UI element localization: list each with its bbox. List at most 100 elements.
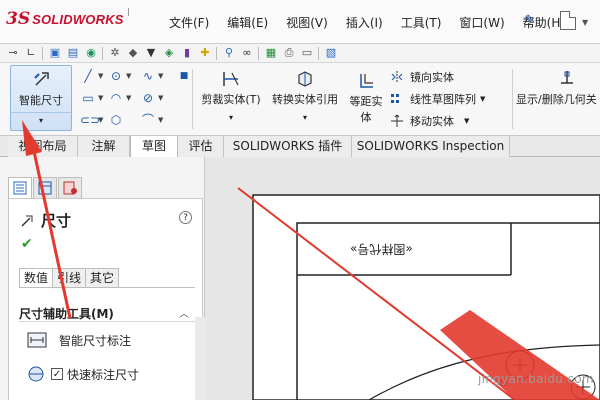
- menu-items: 文件(F) 编辑(E) 视图(V) 插入(I) 工具(T) 窗口(W) 帮助(H…: [160, 14, 574, 31]
- linear-pattern-icon: [390, 92, 404, 106]
- monitor-icon[interactable]: ▣: [48, 46, 62, 60]
- menu-bar: 3S SOLIDWORKS 文件(F) 编辑(E) 视图(V) 插入(I) 工具…: [0, 0, 600, 44]
- relations-icon: [556, 69, 578, 89]
- line-icon[interactable]: ╱: [80, 68, 96, 84]
- subtab-leaders[interactable]: 引线: [52, 268, 87, 288]
- new-document-dropdown-icon[interactable]: ▼: [582, 18, 588, 27]
- watermark: jingyan.baidu.com: [478, 372, 594, 386]
- circle-icon[interactable]: ⊙: [108, 68, 124, 84]
- ellipse-dropdown-icon[interactable]: ▼: [158, 94, 163, 102]
- tab-sketch[interactable]: 草图: [130, 136, 178, 158]
- tab-annotation[interactable]: 注解: [78, 136, 130, 157]
- trim-entities-button[interactable]: 剪裁实体(T) ▾: [198, 69, 264, 122]
- property-manager-panel: 尺寸 ? ✔ 数值 引线 其它 尺寸辅助工具(M) ︿ 智能尺寸标注 ✓ 快速标…: [0, 157, 205, 400]
- smart-dimensioning-label: 智能尺寸标注: [59, 333, 132, 348]
- dimension-subtabs: 数值 引线 其它: [19, 268, 120, 288]
- feature-manager-tab[interactable]: [8, 177, 32, 199]
- slot-icon[interactable]: ⊂⊃: [80, 112, 100, 128]
- window-icon[interactable]: ▤: [66, 46, 80, 60]
- menu-insert[interactable]: 插入(I): [337, 14, 392, 31]
- arc-icon[interactable]: ◠: [108, 90, 124, 106]
- key-icon[interactable]: ⊸: [6, 46, 20, 60]
- offset-entities-button[interactable]: 等距实 体: [344, 71, 388, 125]
- quick-dimension-option[interactable]: ✓ 快速标注尺寸: [27, 363, 139, 385]
- cube-icon[interactable]: ◆: [126, 46, 140, 60]
- magnify-icon[interactable]: ⚲: [222, 46, 236, 60]
- tab-view-layout[interactable]: 视图布局: [8, 136, 78, 157]
- fillet-dropdown-icon[interactable]: ▼: [158, 116, 163, 124]
- tab-solidworks-addins[interactable]: SOLIDWORKS 插件: [224, 136, 352, 157]
- smart-dimension-icon: [33, 70, 51, 88]
- mirror-label: 镜向实体: [410, 71, 454, 84]
- circle-dropdown-icon[interactable]: ▼: [126, 72, 131, 80]
- linear-pattern-dropdown-icon[interactable]: ▼: [480, 95, 485, 103]
- dimension-assist-group-title[interactable]: 尺寸辅助工具(M): [19, 305, 114, 322]
- dimension-property-body: 尺寸 ? ✔ 数值 引线 其它 尺寸辅助工具(M) ︿ 智能尺寸标注 ✓ 快速标…: [8, 198, 205, 400]
- menu-edit[interactable]: 编辑(E): [218, 14, 277, 31]
- angle-icon[interactable]: ∟: [24, 46, 38, 60]
- logo-mark: 3S: [6, 9, 31, 29]
- fillet-icon[interactable]: ⌒: [140, 112, 156, 128]
- subtab-value[interactable]: 数值: [19, 268, 54, 288]
- smart-dimensioning-option[interactable]: 智能尺寸标注: [27, 329, 131, 351]
- tab-evaluate[interactable]: 评估: [178, 136, 224, 157]
- offset-icon: [355, 71, 377, 91]
- spline-icon[interactable]: ∿: [140, 68, 156, 84]
- menu-view[interactable]: 视图(V): [277, 14, 337, 31]
- slot-dropdown-icon[interactable]: ▼: [98, 116, 103, 124]
- menu-file[interactable]: 文件(F): [160, 14, 218, 31]
- polygon-icon[interactable]: ⬡: [108, 112, 124, 128]
- spline-dropdown-icon[interactable]: ▼: [158, 72, 163, 80]
- toolbar-separator: [258, 47, 259, 60]
- arc-dropdown-icon[interactable]: ▼: [126, 94, 131, 102]
- mirror-entities-button[interactable]: 镜向实体: [390, 68, 454, 86]
- globe-icon[interactable]: ◉: [84, 46, 98, 60]
- line-dropdown-icon[interactable]: ▼: [98, 72, 103, 80]
- ok-check-icon[interactable]: ✔: [21, 236, 33, 252]
- linear-pattern-button[interactable]: 线性草图阵列 ▼: [390, 90, 485, 108]
- pin-menu-icon[interactable]: ✎: [522, 13, 538, 29]
- move-label: 移动实体: [410, 115, 454, 128]
- page-icon[interactable]: ▭: [300, 46, 314, 60]
- convert-icon: [294, 69, 316, 89]
- move-icon: [390, 114, 404, 128]
- panel-scrollbar[interactable]: [195, 317, 205, 400]
- convert-dropdown-icon[interactable]: ▾: [266, 113, 344, 122]
- move-entities-button[interactable]: 移动实体 ▼: [390, 112, 469, 130]
- tab-solidworks-inspection[interactable]: SOLIDWORKS Inspection: [352, 136, 510, 157]
- binoculars-icon[interactable]: ∞: [240, 46, 254, 60]
- rectangle-icon[interactable]: ▭: [80, 90, 96, 106]
- gear-icon[interactable]: ✲: [108, 46, 122, 60]
- help-icon[interactable]: ?: [179, 211, 192, 224]
- convert-entities-button[interactable]: 转换实体引用 ▾: [266, 69, 344, 122]
- ellipse-icon[interactable]: ⊘: [140, 90, 156, 106]
- printer-icon[interactable]: ⎙: [282, 46, 296, 60]
- show-delete-relations-button[interactable]: 显示/删除几何关: [516, 69, 600, 107]
- excel-icon[interactable]: ▦: [264, 46, 278, 60]
- smart-dimension-button[interactable]: 智能尺寸 ▾: [10, 65, 72, 131]
- collapse-chevron-icon[interactable]: ︿: [179, 305, 189, 320]
- bowl-icon[interactable]: ▼: [144, 46, 158, 60]
- sheet-icon[interactable]: ▧: [324, 46, 338, 60]
- toolbar-separator: [318, 47, 319, 60]
- linear-pattern-label: 线性草图阵列: [410, 93, 476, 106]
- point-icon[interactable]: ■: [176, 68, 192, 84]
- menu-tools[interactable]: 工具(T): [392, 14, 451, 31]
- feature-tree-icon: [13, 181, 27, 195]
- smart-dimension-dropdown[interactable]: ▾: [11, 112, 71, 130]
- menu-window[interactable]: 窗口(W): [450, 14, 513, 31]
- bolt-icon[interactable]: ▮: [180, 46, 194, 60]
- graphics-area[interactable]: «图样代号»: [205, 157, 600, 400]
- solidworks-window: 3S SOLIDWORKS 文件(F) 编辑(E) 视图(V) 插入(I) 工具…: [0, 0, 600, 400]
- view-toolbar: ⊸ ∟ ▣ ▤ ◉ ✲ ◆ ▼ ◈ ▮ ✚ ⚲ ∞ ▦ ⎙ ▭ ▧: [0, 44, 600, 63]
- trim-dropdown-icon[interactable]: ▾: [198, 113, 264, 122]
- subtab-other[interactable]: 其它: [85, 268, 120, 288]
- configuration-tab[interactable]: [58, 177, 82, 199]
- move-dropdown-icon[interactable]: ▼: [464, 117, 469, 125]
- property-manager-tab[interactable]: [33, 177, 57, 199]
- marker-icon[interactable]: ◈: [162, 46, 176, 60]
- cross-icon[interactable]: ✚: [198, 46, 212, 60]
- new-document-icon[interactable]: [560, 11, 576, 30]
- rectangle-dropdown-icon[interactable]: ▼: [98, 94, 103, 102]
- quick-dimension-checkbox[interactable]: ✓: [51, 368, 63, 380]
